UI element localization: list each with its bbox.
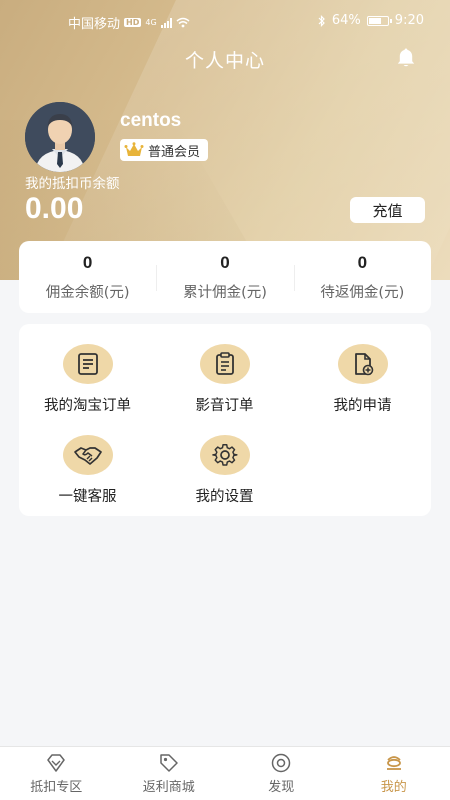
handshake-icon — [62, 435, 113, 475]
nav-item-deduction-zone[interactable]: 抵扣专区 — [0, 747, 113, 800]
network-type: 4G — [145, 18, 157, 27]
function-menu-card: 我的淘宝订单 影音订单 我的申请 一键客服 我的设置 — [19, 324, 431, 516]
nav-item-mine[interactable]: 我的 — [338, 747, 450, 800]
nav-item-discover[interactable]: 发现 — [225, 747, 338, 800]
nav-label: 抵扣专区 — [30, 780, 83, 795]
stat-commission-balance[interactable]: 0 佣金余额(元) — [19, 241, 156, 313]
tag-icon — [160, 754, 178, 772]
menu-label: 我的淘宝订单 — [44, 398, 131, 414]
stat-label: 累计佣金(元) — [183, 284, 267, 301]
stat-value: 0 — [82, 252, 93, 272]
page-title: 个人中心 — [184, 50, 265, 72]
bell-icon[interactable] — [394, 46, 418, 70]
menu-label: 我的申请 — [333, 398, 392, 414]
crown-icon — [124, 142, 144, 156]
nav-label: 返利商城 — [142, 780, 195, 795]
menu-item-my-applications[interactable]: 我的申请 — [294, 344, 431, 424]
stat-label: 待返佣金(元) — [320, 284, 405, 301]
battery-icon — [366, 15, 392, 26]
document-list-icon — [62, 344, 113, 384]
stat-value: 0 — [357, 252, 368, 272]
avatar[interactable] — [25, 102, 95, 172]
commission-stats-card: 0 佣金余额(元) 0 累计佣金(元) 0 待返佣金(元) — [19, 241, 431, 313]
stat-total-commission[interactable]: 0 累计佣金(元) — [156, 241, 293, 313]
avatar-image — [25, 102, 95, 172]
menu-label: 我的设置 — [195, 489, 254, 505]
stat-value: 0 — [220, 252, 230, 272]
nav-label: 发现 — [268, 780, 295, 795]
stat-pending-commission[interactable]: 0 待返佣金(元) — [293, 241, 431, 313]
nav-label: 我的 — [380, 780, 407, 795]
signal-icon — [160, 17, 172, 28]
menu-item-media-orders[interactable]: 影音订单 — [156, 344, 293, 424]
eye-icon — [272, 753, 291, 773]
wifi-icon — [176, 17, 190, 28]
bottom-navigation: 抵扣专区 返利商城 发现 我的 — [0, 746, 450, 800]
file-add-icon — [337, 344, 388, 384]
menu-label: 一键客服 — [58, 489, 117, 505]
hd-badge: HD — [124, 18, 142, 27]
diamond-icon — [47, 754, 65, 772]
clock-time: 9:20 — [394, 13, 424, 28]
bluetooth-icon — [318, 14, 325, 27]
user-icon — [386, 756, 401, 770]
gear-icon — [199, 435, 250, 475]
menu-item-customer-service[interactable]: 一键客服 — [19, 435, 156, 515]
status-bar: 中国移动 HD 4G 64% 9:20 — [0, 0, 450, 40]
member-level-label: 普通会员 — [148, 144, 201, 160]
member-level-badge: 普通会员 — [120, 139, 209, 161]
menu-item-taobao-orders[interactable]: 我的淘宝订单 — [19, 344, 156, 424]
stat-label: 佣金余额(元) — [45, 284, 130, 301]
balance-label: 我的抵扣币余额 — [25, 176, 120, 192]
balance-value: 0.00 — [25, 192, 84, 225]
carrier-name: 中国移动 — [68, 17, 121, 32]
nav-item-rebate-mall[interactable]: 返利商城 — [113, 747, 226, 800]
clipboard-icon — [199, 344, 250, 384]
menu-item-settings[interactable]: 我的设置 — [156, 435, 293, 515]
username: centos — [120, 110, 182, 131]
menu-label: 影音订单 — [195, 398, 254, 414]
recharge-button[interactable]: 充值 — [350, 197, 425, 223]
battery-percent: 64% — [331, 13, 361, 28]
